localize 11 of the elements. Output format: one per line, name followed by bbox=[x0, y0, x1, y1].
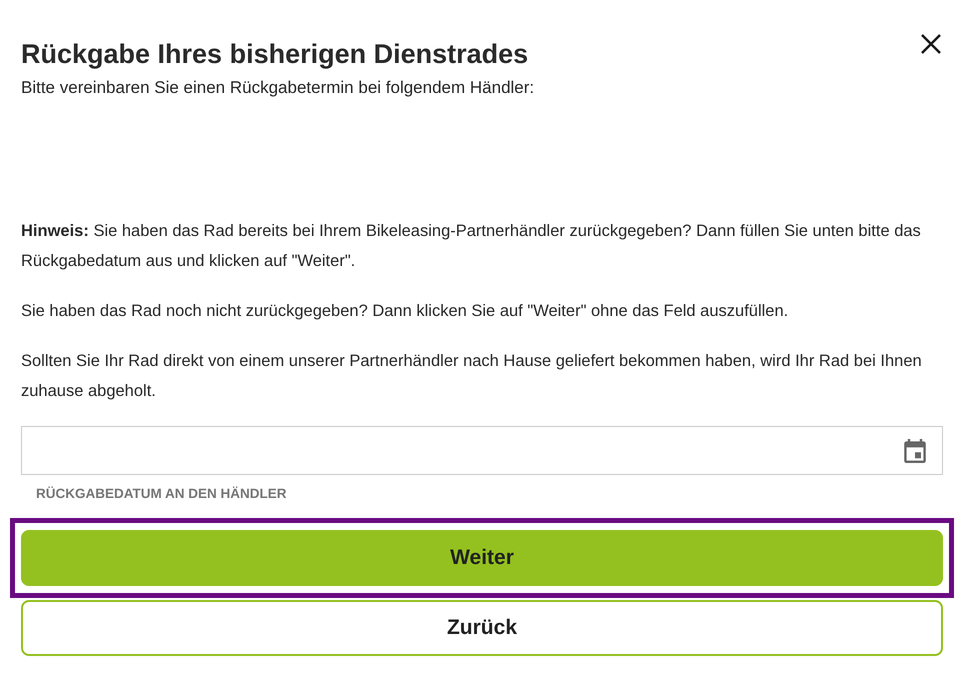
date-field-label: RÜCKGABEDATUM AN DEN HÄNDLER bbox=[35, 485, 288, 503]
back-button[interactable]: Zurück bbox=[21, 600, 943, 656]
dialog-title: Rückgabe Ihres bisherigen Dienstrades bbox=[21, 38, 528, 71]
info-paragraph: Sie haben das Rad noch nicht zurückgegeben? Dann klicken Sie auf "Weiter" ohne das Feld auszufüllen. bbox=[21, 301, 790, 322]
calendar-icon[interactable] bbox=[904, 438, 926, 462]
date-input-field[interactable] bbox=[21, 426, 943, 475]
dialog-subtitle: Bitte vereinbaren Sie einen Rückgabetermin bei folgendem Händler: bbox=[21, 77, 536, 99]
info-paragraph: Hinweis: Sie haben das Rad bereits bei Ihrem Bikeleasing-Partnerhändler zurückgegeben? Dann füllen Sie unten bitte das Rückgabedatum aus und klicken auf "Weiter". bbox=[21, 221, 922, 272]
info-paragraph: Sollten Sie Ihr Rad direkt von einem unserer Partnerhändler nach Hause geliefert bekommen haben, wird Ihr Rad bei Ihnen zuhause abgeholt. bbox=[21, 351, 923, 402]
close-icon[interactable] bbox=[921, 34, 941, 54]
continue-button[interactable]: Weiter bbox=[21, 530, 943, 586]
